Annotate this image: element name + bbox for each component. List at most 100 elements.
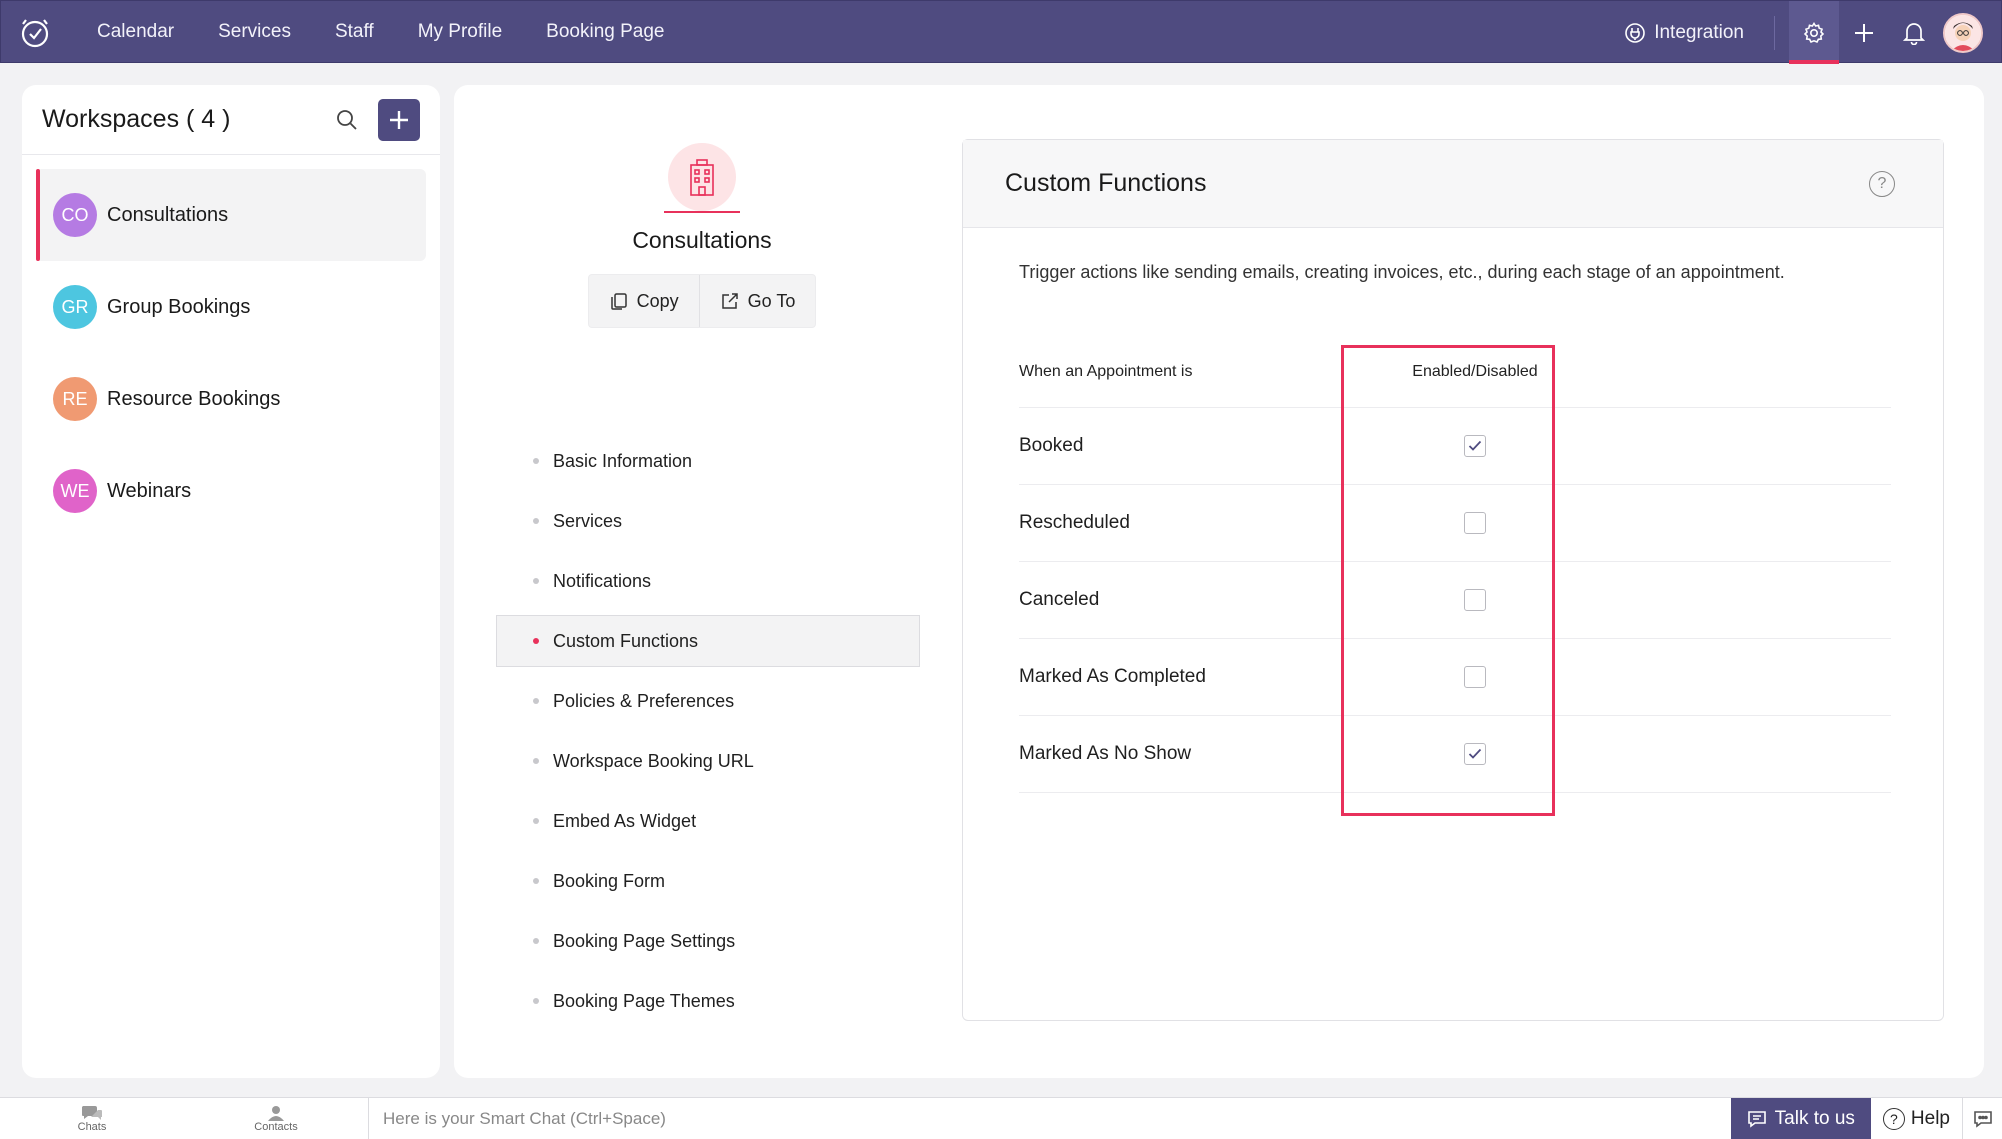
integration-link[interactable]: Integration [1624, 22, 1744, 44]
canceled-checkbox[interactable] [1464, 589, 1486, 611]
main-nav: Calendar Services Staff My Profile Booki… [97, 21, 709, 43]
table-row: Booked [1019, 408, 1891, 485]
copy-button[interactable]: Copy [589, 275, 699, 327]
bullet [533, 818, 539, 824]
menu-label: Notifications [553, 570, 652, 591]
workspace-avatar: RE [53, 377, 97, 421]
workspaces-title: Workspaces ( 4 ) [42, 105, 231, 133]
nav-divider [1774, 15, 1775, 50]
bullet [533, 458, 539, 464]
menu-label: Services [553, 510, 623, 531]
menu-policies-preferences[interactable]: Policies & Preferences [496, 675, 920, 727]
workspace-item-webinars[interactable]: WE Webinars [36, 445, 426, 537]
menu-booking-page-settings[interactable]: Booking Page Settings [496, 915, 920, 967]
booked-checkbox[interactable] [1464, 435, 1486, 457]
rescheduled-checkbox[interactable] [1464, 512, 1486, 534]
workspace-avatar: GR [53, 285, 97, 329]
table-header-row: When an Appointment is Enabled/Disabled [1019, 336, 1891, 408]
chat-bubble-icon [82, 1105, 102, 1120]
talk-to-us-button[interactable]: Talk to us [1730, 1097, 1871, 1139]
table-row: Marked As Completed [1019, 639, 1891, 716]
logo-underline [664, 211, 740, 213]
contacts-tab[interactable]: Contacts [184, 1098, 368, 1139]
bottom-bar: Chats Contacts Here is your Smart Chat (… [0, 1097, 2002, 1139]
menu-label: Workspace Booking URL [553, 750, 754, 771]
chats-tab[interactable]: Chats [0, 1098, 184, 1139]
smart-chat-input[interactable]: Here is your Smart Chat (Ctrl+Space) [368, 1097, 1731, 1139]
nav-calendar[interactable]: Calendar [97, 21, 174, 43]
workspace-avatar: CO [53, 193, 97, 237]
table-row: Canceled [1019, 562, 1891, 639]
custom-functions-description: Trigger actions like sending emails, cre… [1019, 262, 1785, 282]
column-header-enabled: Enabled/Disabled [1412, 362, 1538, 380]
marked-no-show-checkbox[interactable] [1464, 743, 1486, 765]
menu-booking-form[interactable]: Booking Form [496, 855, 920, 907]
menu-notifications[interactable]: Notifications [496, 555, 920, 607]
stage-label: Canceled [1019, 589, 1100, 610]
stage-label: Booked [1019, 435, 1084, 456]
add-workspace-button[interactable] [378, 98, 420, 141]
menu-label: Policies & Preferences [553, 690, 735, 711]
integration-icon [1625, 22, 1646, 43]
workspace-actions: Copy Go To [587, 274, 817, 328]
menu-embed-as-widget[interactable]: Embed As Widget [496, 795, 920, 847]
nav-staff[interactable]: Staff [335, 21, 374, 43]
menu-custom-functions[interactable]: Custom Functions [496, 615, 920, 667]
column-header-stage: When an Appointment is [1019, 362, 1193, 380]
workspace-name: Webinars [107, 479, 192, 502]
add-plus-icon[interactable] [1839, 1, 1889, 64]
copy-label: Copy [636, 290, 679, 311]
contacts-label: Contacts [254, 1120, 298, 1133]
bullet [533, 938, 539, 944]
chat-support-icon[interactable] [1962, 1097, 2002, 1139]
settings-gear-icon[interactable] [1789, 1, 1839, 64]
nav-my-profile[interactable]: My Profile [418, 21, 502, 43]
nav-services[interactable]: Services [218, 21, 291, 43]
external-link-icon [721, 293, 738, 309]
checkmark-icon [1468, 748, 1482, 759]
menu-label: Booking Page Themes [553, 990, 735, 1011]
building-icon [664, 143, 740, 213]
app-logo-icon[interactable] [15, 12, 55, 52]
marked-completed-checkbox[interactable] [1464, 666, 1486, 688]
workspace-item-resource-bookings[interactable]: RE Resource Bookings [36, 353, 426, 445]
nav-booking-page[interactable]: Booking Page [546, 21, 664, 43]
copy-icon [610, 293, 627, 310]
goto-button[interactable]: Go To [698, 275, 816, 327]
menu-label: Booking Form [553, 870, 666, 891]
workspace-item-consultations[interactable]: CO Consultations [36, 169, 426, 261]
custom-functions-table: When an Appointment is Enabled/Disabled … [1019, 336, 1891, 793]
bullet [533, 998, 539, 1004]
talk-to-us-label: Talk to us [1774, 1107, 1855, 1129]
help-button[interactable]: ? Help [1871, 1098, 1962, 1139]
workspace-detail-title: Consultations [632, 227, 772, 253]
checkmark-icon [1468, 440, 1482, 451]
message-icon [1747, 1110, 1766, 1128]
user-avatar[interactable] [1943, 12, 1983, 53]
menu-services[interactable]: Services [496, 495, 920, 547]
stage-label: Rescheduled [1019, 512, 1130, 533]
notification-bell-icon[interactable] [1889, 1, 1939, 64]
table-row: Rescheduled [1019, 485, 1891, 562]
help-icon[interactable]: ? [1869, 170, 1895, 197]
help-circle-icon: ? [1882, 1107, 1905, 1130]
workspace-item-group-bookings[interactable]: GR Group Bookings [36, 261, 426, 353]
menu-label: Embed As Widget [553, 810, 697, 831]
integration-label: Integration [1654, 21, 1744, 43]
menu-booking-page-themes[interactable]: Booking Page Themes [496, 975, 920, 1027]
bullet [533, 698, 539, 704]
plus-icon [390, 110, 408, 129]
help-label: Help [1910, 1107, 1950, 1129]
search-icon[interactable] [332, 105, 362, 135]
stage-label: Marked As Completed [1019, 666, 1206, 687]
menu-label: Basic Information [553, 450, 693, 471]
table-row: Marked As No Show [1019, 716, 1891, 793]
bullet [533, 578, 539, 584]
workspace-name: Consultations [107, 203, 229, 226]
menu-workspace-booking-url[interactable]: Workspace Booking URL [496, 735, 920, 787]
menu-basic-information[interactable]: Basic Information [496, 435, 920, 487]
menu-label: Booking Page Settings [553, 930, 736, 951]
bullet [533, 878, 539, 884]
custom-functions-header: Custom Functions ? [963, 140, 1943, 228]
bullet [533, 638, 539, 644]
